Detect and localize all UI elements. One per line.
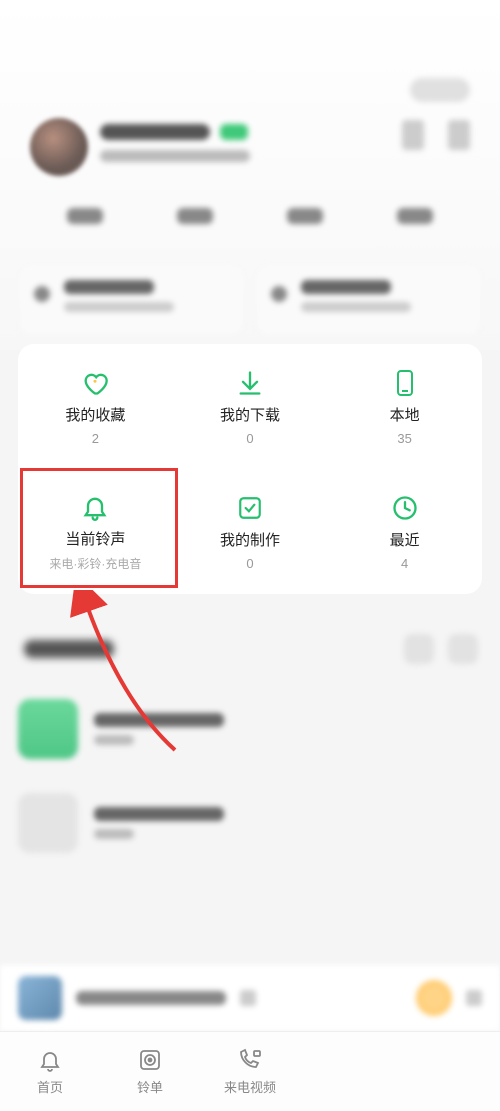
- check-square-icon: [235, 493, 265, 523]
- bell-outline-icon: [37, 1047, 63, 1073]
- vip-cards-blurred: [20, 266, 480, 334]
- grid-count: 35: [397, 431, 411, 446]
- grid-favorites[interactable]: 我的收藏 2: [18, 344, 173, 469]
- grid-my-creations[interactable]: 我的制作 0: [173, 469, 328, 594]
- tab-home[interactable]: 首页: [0, 1047, 100, 1096]
- bell-icon: [80, 492, 110, 522]
- download-icon: [235, 368, 265, 398]
- grid-count: 2: [92, 431, 99, 446]
- settings-pill-blurred: [410, 78, 470, 102]
- now-playing-bar-blurred: [0, 965, 500, 1031]
- top-action-icons-blurred: [402, 120, 470, 150]
- tab-label: 首页: [37, 1077, 63, 1096]
- grid-count: 0: [246, 556, 253, 571]
- avatar-blurred: [30, 118, 88, 176]
- tab-label: 来电视频: [224, 1077, 276, 1096]
- grid-count: 4: [401, 556, 408, 571]
- quick-access-grid: 我的收藏 2 我的下载 0 本地 35 当前铃声 来电·彩铃·充电音 我的制作 …: [18, 344, 482, 594]
- grid-label: 当前铃声: [65, 528, 125, 549]
- grid-count: 0: [246, 431, 253, 446]
- tab-call-video[interactable]: 来电视频: [200, 1047, 300, 1096]
- grid-label: 我的制作: [220, 529, 280, 550]
- disc-icon: [137, 1047, 163, 1073]
- phone-icon: [390, 368, 420, 398]
- user-subtext-blurred: [100, 150, 250, 162]
- grid-label: 我的下载: [220, 404, 280, 425]
- section-actions-blurred: [404, 634, 478, 664]
- grid-sub: 来电·彩铃·充电音: [49, 555, 141, 572]
- grid-recent[interactable]: 最近 4: [327, 469, 482, 594]
- section-tabs-blurred: [0, 208, 500, 236]
- grid-label: 最近: [390, 529, 420, 550]
- phone-video-icon: [237, 1047, 263, 1073]
- grid-downloads[interactable]: 我的下载 0: [173, 344, 328, 469]
- list-item-blurred: [18, 690, 482, 768]
- clock-icon: [390, 493, 420, 523]
- tab-playlist[interactable]: 铃单: [100, 1047, 200, 1096]
- tab-label: 铃单: [137, 1077, 163, 1096]
- bottom-tabbar: 首页 铃单 来电视频: [0, 1031, 500, 1111]
- grid-label: 本地: [390, 404, 420, 425]
- username-badge-blurred: [220, 124, 248, 140]
- section-heading-blurred: [24, 640, 114, 658]
- grid-local[interactable]: 本地 35: [327, 344, 482, 469]
- list-item-blurred: [18, 784, 482, 862]
- heart-icon: [80, 368, 110, 398]
- username-blurred: [100, 124, 210, 140]
- grid-label: 我的收藏: [65, 404, 125, 425]
- grid-current-ringtone[interactable]: 当前铃声 来电·彩铃·充电音: [18, 469, 173, 594]
